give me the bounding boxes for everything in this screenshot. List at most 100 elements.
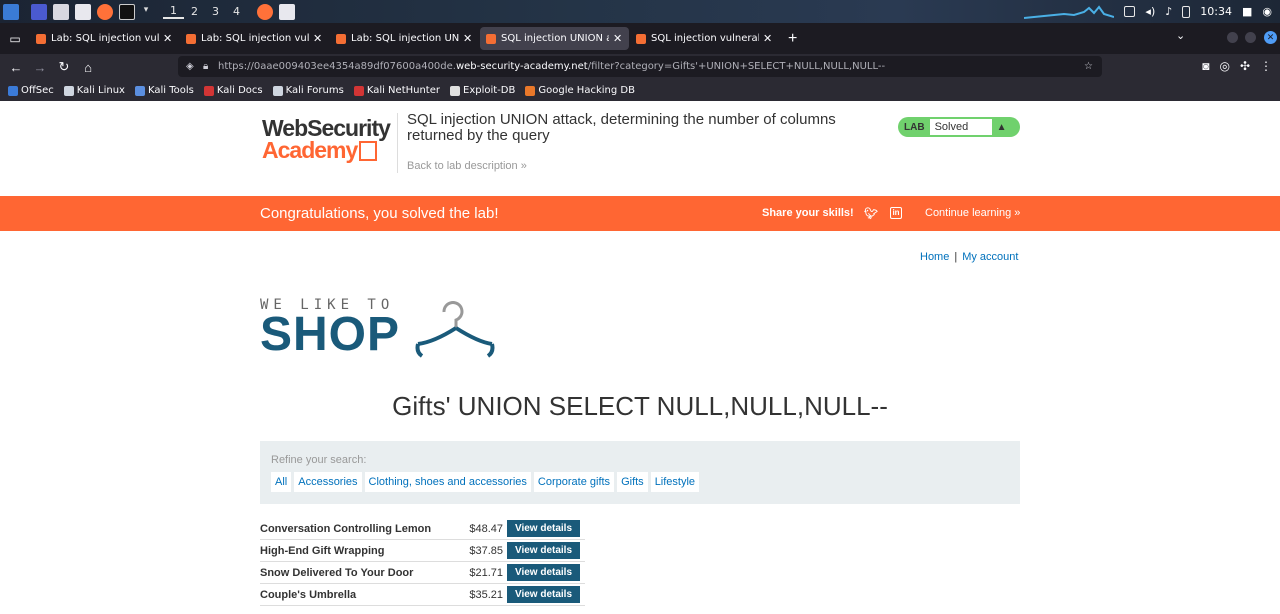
terminal-icon[interactable] bbox=[119, 3, 135, 20]
table-row: Couple's Umbrella $35.21 View details bbox=[260, 584, 585, 606]
tab-list-icon[interactable]: ▭ bbox=[0, 32, 30, 46]
text-editor-icon[interactable] bbox=[75, 3, 91, 20]
kali-menu-icon[interactable] bbox=[3, 3, 19, 20]
web-security-academy-logo[interactable]: WebSecurity Academy bbox=[262, 117, 394, 165]
workspace-1[interactable]: 1 bbox=[163, 4, 184, 19]
lock-icon[interactable]: ■ bbox=[1242, 5, 1252, 18]
refine-search-panel: Refine your search: All Accessories Clot… bbox=[260, 441, 1020, 504]
extensions-icon[interactable]: ✣ bbox=[1240, 59, 1250, 73]
bookmark-label: Google Hacking DB bbox=[538, 85, 635, 96]
bookmark-exploit-db[interactable]: Exploit-DB bbox=[450, 85, 515, 96]
bookmark-kali-nethunter[interactable]: Kali NetHunter bbox=[353, 85, 440, 96]
tab-lab-3[interactable]: Lab: SQL injection UNION ✕ bbox=[330, 27, 479, 50]
shop-logo[interactable]: WE LIKE TO SHOP bbox=[260, 297, 400, 359]
battery-icon[interactable] bbox=[1182, 5, 1191, 18]
filter-clothing[interactable]: Clothing, shoes and accessories bbox=[364, 472, 531, 492]
filter-gifts[interactable]: Gifts bbox=[617, 472, 648, 492]
account-icon[interactable]: ◎ bbox=[1219, 59, 1229, 73]
bookmark-kali-tools[interactable]: Kali Tools bbox=[134, 85, 194, 96]
workspace-4[interactable]: 4 bbox=[226, 5, 247, 18]
url-prefix: https://0aae009403ee4354a89df07600a400de… bbox=[218, 61, 456, 72]
maximize-icon[interactable] bbox=[1245, 32, 1256, 43]
bookmark-kali-forums[interactable]: Kali Forums bbox=[272, 85, 344, 96]
solved-banner: Congratulations, you solved the lab! Sha… bbox=[0, 196, 1280, 231]
home-link[interactable]: Home bbox=[920, 251, 949, 263]
shield-icon[interactable]: ◈ bbox=[186, 61, 194, 72]
editor-window-icon[interactable] bbox=[279, 3, 295, 20]
bell-icon[interactable]: ♪ bbox=[1165, 5, 1172, 18]
pocket-icon[interactable]: ◙ bbox=[1202, 59, 1209, 73]
tab-lab-5[interactable]: SQL injection vulnerabilit ✕ bbox=[630, 27, 779, 50]
view-details-button[interactable]: View details bbox=[507, 542, 580, 559]
close-icon[interactable]: ✕ bbox=[163, 32, 172, 45]
new-tab-icon[interactable]: + bbox=[788, 30, 797, 48]
url-bar[interactable]: ◈ 🔒︎ https://0aae009403ee4354a89df07600a… bbox=[178, 56, 1102, 77]
linkedin-icon[interactable]: in bbox=[890, 207, 902, 219]
close-icon[interactable]: ✕ bbox=[313, 32, 322, 45]
congratulations-message: Congratulations, you solved the lab! bbox=[260, 205, 499, 222]
product-name: Couple's Umbrella bbox=[260, 588, 357, 601]
bookmark-offsec[interactable]: OffSec bbox=[8, 85, 54, 96]
back-to-lab-description-link[interactable]: Back to lab description » bbox=[407, 160, 527, 172]
tab-title: Lab: SQL injection UNION bbox=[351, 33, 459, 44]
close-icon[interactable]: ✕ bbox=[763, 32, 772, 45]
nav-separator: | bbox=[954, 251, 958, 263]
tab-lab-2[interactable]: Lab: SQL injection vulnera ✕ bbox=[180, 27, 329, 50]
bookmarks-bar: OffSec Kali Linux Kali Tools Kali Docs K… bbox=[0, 80, 1280, 101]
bookmark-google-hacking-db[interactable]: Google Hacking DB bbox=[525, 85, 635, 96]
workspace-2[interactable]: 2 bbox=[184, 5, 205, 18]
workspace-3[interactable]: 3 bbox=[205, 5, 226, 18]
back-icon[interactable]: ← bbox=[4, 60, 28, 75]
desktop-icon[interactable] bbox=[31, 3, 47, 20]
tab-lab-4-active[interactable]: SQL injection UNION atta ✕ bbox=[480, 27, 629, 50]
reload-icon[interactable]: ↻ bbox=[52, 59, 76, 75]
portswigger-icon bbox=[636, 33, 646, 44]
navigation-toolbar: ← → ↻ ⌂ ◈ 🔒︎ https://0aae009403ee4354a89… bbox=[0, 54, 1280, 80]
table-row: Snow Delivered To Your Door $21.71 View … bbox=[260, 562, 585, 584]
chevron-down-icon[interactable]: ▾ bbox=[141, 4, 151, 20]
forward-icon[interactable]: → bbox=[28, 60, 52, 75]
bookmark-kali-docs[interactable]: Kali Docs bbox=[203, 85, 263, 96]
lock-icon[interactable]: 🔒︎ bbox=[203, 61, 208, 72]
bookmark-label: OffSec bbox=[21, 85, 54, 96]
minimize-icon[interactable] bbox=[1227, 32, 1238, 43]
product-name: High-End Gift Wrapping bbox=[260, 544, 385, 557]
view-details-button[interactable]: View details bbox=[507, 520, 580, 537]
kali-tools-icon bbox=[134, 85, 145, 96]
top-nav: Home | My account bbox=[920, 251, 1018, 263]
folder-icon[interactable] bbox=[53, 3, 69, 20]
continue-learning-link[interactable]: Continue learning » bbox=[925, 207, 1020, 219]
chevron-down-icon[interactable]: ⌄ bbox=[1176, 29, 1185, 42]
twitter-icon[interactable]: 🐦︎ bbox=[864, 207, 878, 220]
my-account-link[interactable]: My account bbox=[962, 251, 1018, 263]
close-window-icon[interactable]: ✕ bbox=[1264, 31, 1277, 44]
volume-icon[interactable]: ◂) bbox=[1145, 5, 1155, 18]
bookmark-kali-linux[interactable]: Kali Linux bbox=[63, 85, 125, 96]
close-icon[interactable]: ✕ bbox=[613, 32, 622, 45]
web-page: WebSecurity Academy SQL injection UNION … bbox=[0, 101, 1280, 614]
view-details-button[interactable]: View details bbox=[507, 564, 580, 581]
window-icon[interactable] bbox=[1124, 6, 1136, 17]
home-icon[interactable]: ⌂ bbox=[76, 60, 100, 75]
view-details-button[interactable]: View details bbox=[507, 586, 580, 603]
bookmark-label: Exploit-DB bbox=[463, 85, 516, 96]
category-heading: Gifts' UNION SELECT NULL,NULL,NULL-- bbox=[392, 391, 888, 421]
firefox-window-icon[interactable] bbox=[257, 3, 273, 20]
filter-lifestyle[interactable]: Lifestyle bbox=[650, 472, 700, 492]
tab-title: Lab: SQL injection vulnera bbox=[201, 33, 309, 44]
filter-all[interactable]: All bbox=[271, 472, 292, 492]
tab-title: SQL injection UNION atta bbox=[501, 33, 609, 44]
power-icon[interactable]: ◉ bbox=[1262, 5, 1272, 18]
filter-accessories[interactable]: Accessories bbox=[294, 472, 362, 492]
bookmark-star-icon[interactable]: ☆ bbox=[1084, 61, 1093, 72]
academy-bolt-icon bbox=[359, 141, 378, 161]
portswigger-icon bbox=[36, 33, 46, 44]
clock[interactable]: 10:34 bbox=[1200, 5, 1232, 18]
tab-lab-1[interactable]: Lab: SQL injection vulnera ✕ bbox=[30, 27, 179, 50]
close-icon[interactable]: ✕ bbox=[463, 32, 472, 45]
product-name: Conversation Controlling Lemon bbox=[260, 522, 432, 535]
menu-icon[interactable]: ⋮ bbox=[1260, 59, 1272, 73]
filter-corporate-gifts[interactable]: Corporate gifts bbox=[533, 472, 615, 492]
firefox-icon[interactable] bbox=[97, 3, 113, 20]
browser-tab-bar: ▭ Lab: SQL injection vulnera ✕ Lab: SQL … bbox=[0, 23, 1280, 54]
